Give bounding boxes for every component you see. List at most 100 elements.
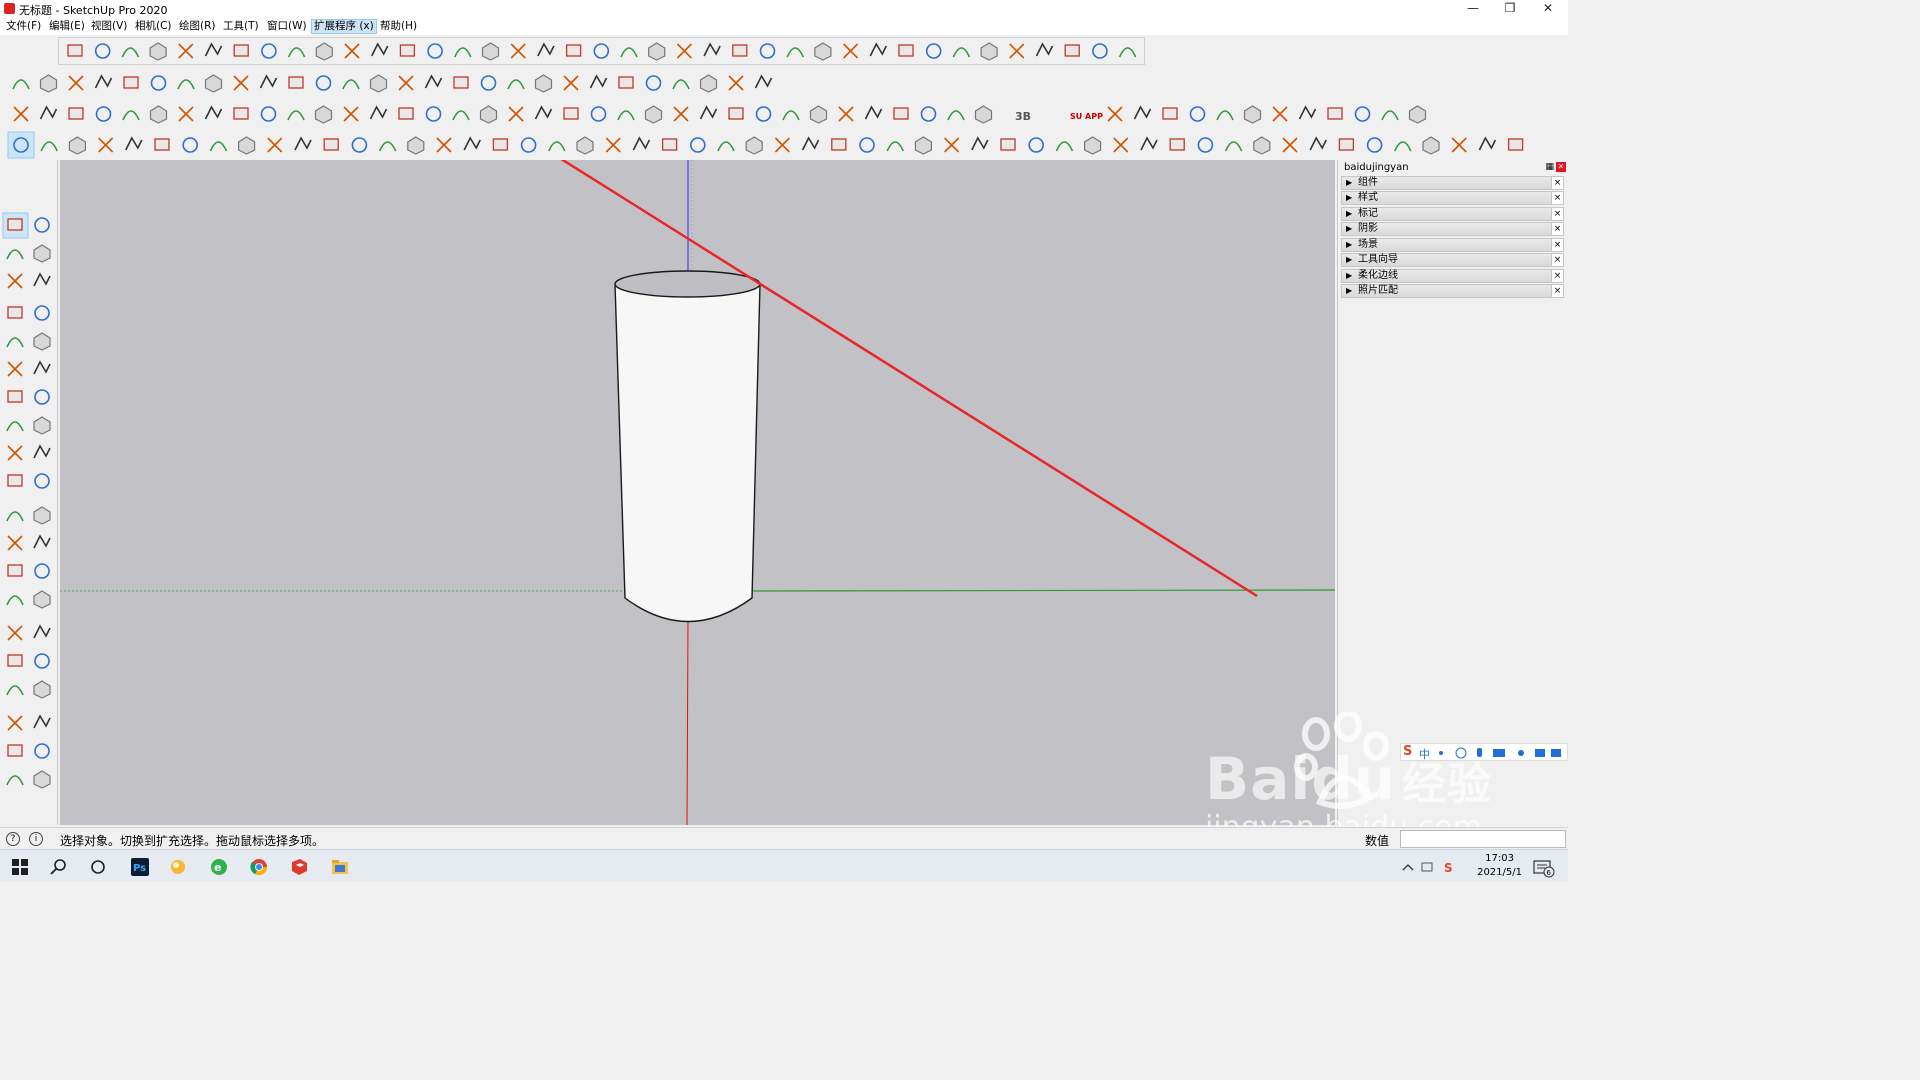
toolbar3-tool-icon[interactable] bbox=[425, 106, 442, 122]
toolbar3-tool-icon[interactable] bbox=[755, 106, 772, 122]
notification-icon[interactable]: 6 bbox=[1532, 858, 1556, 878]
large-tool-set-icons[interactable] bbox=[0, 160, 58, 825]
toolbar1-tool-icon[interactable] bbox=[1064, 44, 1080, 57]
eraser-icon[interactable] bbox=[40, 141, 58, 152]
orbit-icon[interactable] bbox=[6, 595, 24, 606]
views-icon[interactable] bbox=[1366, 137, 1383, 153]
toolbar3-tool-icon[interactable] bbox=[233, 107, 249, 120]
menu-file[interactable]: 文件(F) bbox=[4, 19, 43, 34]
line-icon[interactable] bbox=[831, 138, 847, 151]
menu-view[interactable]: 视图(V) bbox=[89, 19, 129, 34]
search-icon[interactable] bbox=[48, 856, 70, 878]
orbit-icon[interactable] bbox=[378, 141, 397, 152]
windows-start-icon[interactable] bbox=[9, 856, 31, 878]
drawing-area[interactable] bbox=[60, 160, 1335, 825]
toolbar2-tool-icon[interactable] bbox=[342, 79, 360, 90]
toolbar2-tool-icon[interactable] bbox=[94, 74, 113, 89]
toolbar2-tool-icon[interactable] bbox=[177, 79, 195, 90]
house-icon[interactable] bbox=[1422, 136, 1440, 155]
zoom-extents-icon[interactable] bbox=[7, 654, 23, 667]
toolbar3-tool-icon[interactable] bbox=[39, 105, 58, 120]
user-icon[interactable] bbox=[1338, 138, 1355, 151]
tray-close-button[interactable]: ✕ bbox=[1556, 162, 1566, 172]
styles-icon[interactable] bbox=[1394, 141, 1412, 152]
menu-extensions[interactable]: 扩展程序 (x) bbox=[311, 19, 377, 34]
toolbar1-tool-icon[interactable] bbox=[233, 44, 249, 57]
toolbar3-tool-icon[interactable] bbox=[149, 105, 168, 124]
toolbar1-tool-icon[interactable] bbox=[67, 44, 83, 57]
toolbar3-tool-icon[interactable] bbox=[122, 110, 140, 121]
toolbar3-tool-icon[interactable] bbox=[673, 106, 689, 122]
toolbar1-tool-icon[interactable] bbox=[732, 44, 748, 57]
toolbar3-tool-icon[interactable] bbox=[68, 107, 84, 120]
layout-icon[interactable] bbox=[1282, 137, 1298, 153]
rotated-rectangle-icon[interactable] bbox=[34, 305, 50, 321]
previous-view-icon[interactable] bbox=[34, 653, 50, 669]
clock[interactable]: 17:03 2021/5/1 bbox=[1477, 852, 1522, 880]
file-explorer-icon[interactable] bbox=[329, 856, 351, 878]
badge-3b[interactable]: 3B bbox=[1015, 110, 1031, 123]
toolbar3-tool-icon[interactable] bbox=[1381, 110, 1399, 121]
toolbar3-tool-icon[interactable] bbox=[508, 106, 524, 122]
tape-measure-icon[interactable] bbox=[1028, 137, 1044, 153]
extension-warehouse-icon[interactable] bbox=[34, 743, 50, 759]
walk-icon[interactable] bbox=[7, 715, 23, 731]
3d-text-icon[interactable] bbox=[34, 563, 50, 579]
toolbar3-tool-icon[interactable] bbox=[644, 105, 663, 124]
select-icon[interactable] bbox=[745, 136, 763, 155]
panel-close-icon[interactable]: × bbox=[1551, 192, 1563, 204]
toolbar3-tool-icon[interactable] bbox=[534, 105, 553, 120]
toolbar2-tool-icon[interactable] bbox=[398, 75, 414, 91]
tray-panel-styles[interactable]: ▶ 样式 × bbox=[1341, 191, 1564, 205]
toolbar3-tool-icon[interactable] bbox=[260, 106, 277, 122]
tray-panel-match-photo[interactable]: ▶ 照片匹配 × bbox=[1341, 284, 1564, 298]
credits-icon[interactable]: i bbox=[29, 832, 43, 846]
follow-me-icon[interactable] bbox=[182, 137, 198, 153]
toolbar2-tool-icon[interactable] bbox=[645, 75, 662, 91]
orbit-icon[interactable] bbox=[1113, 137, 1129, 153]
two-point-arc-icon[interactable] bbox=[7, 390, 23, 403]
tray-panel-components[interactable]: ▶ 组件 × bbox=[1341, 176, 1564, 190]
pin-icon[interactable]: ▦ bbox=[1545, 162, 1554, 172]
layout-icon[interactable] bbox=[548, 141, 566, 152]
push-pull-icon[interactable] bbox=[886, 141, 904, 152]
paint-bucket-icon[interactable] bbox=[351, 137, 368, 153]
tray-panel-scenes[interactable]: ▶ 场景 × bbox=[1341, 238, 1564, 252]
circle-icon[interactable] bbox=[859, 137, 875, 153]
paint-bucket-icon[interactable] bbox=[6, 249, 24, 260]
toolbar3-tool-icon[interactable] bbox=[343, 106, 359, 122]
panel-close-icon[interactable]: × bbox=[1551, 239, 1563, 251]
position-camera-icon[interactable] bbox=[6, 685, 24, 696]
toolbar2-tool-icon[interactable] bbox=[672, 79, 690, 90]
toolbar2-tool-icon[interactable] bbox=[480, 75, 497, 91]
toolbar3-tool-icon[interactable] bbox=[1408, 105, 1427, 124]
pie-icon[interactable] bbox=[33, 360, 51, 375]
toolbar3-tool-icon[interactable] bbox=[369, 105, 388, 120]
ruby-console-icon[interactable] bbox=[33, 770, 51, 789]
look-around-icon[interactable] bbox=[33, 680, 51, 699]
toolbar1-tool-icon[interactable] bbox=[565, 44, 582, 57]
toolbar3-tool-icon[interactable] bbox=[178, 106, 194, 122]
eraser-icon[interactable] bbox=[1507, 138, 1524, 151]
menu-edit[interactable]: 编辑(E) bbox=[47, 19, 87, 34]
circle-icon[interactable] bbox=[6, 337, 24, 348]
toolbar2-tool-icon[interactable] bbox=[68, 75, 84, 91]
house-icon[interactable] bbox=[689, 137, 706, 153]
tape-measure-icon[interactable] bbox=[6, 511, 24, 522]
toolbar3-tool-icon[interactable] bbox=[1133, 105, 1152, 120]
eraser-icon[interactable] bbox=[774, 137, 790, 153]
toolbar2-tool-icon[interactable] bbox=[754, 74, 773, 89]
main-tools-toolbar[interactable]: 3B SU APP bbox=[4, 99, 1434, 129]
tray-panel-shadows[interactable]: ▶ 阴影 × bbox=[1341, 222, 1564, 236]
toolbar3-tool-icon[interactable] bbox=[1107, 106, 1123, 122]
panel-close-icon[interactable]: × bbox=[1551, 254, 1563, 266]
menu-tools[interactable]: 工具(T) bbox=[221, 19, 261, 34]
pan-icon[interactable] bbox=[1140, 136, 1158, 151]
rotate-icon[interactable] bbox=[238, 136, 256, 155]
axes-icon[interactable] bbox=[7, 564, 23, 577]
toolbar3-tool-icon[interactable] bbox=[947, 110, 965, 121]
toolbar2-tool-icon[interactable] bbox=[424, 74, 443, 89]
scale-icon[interactable] bbox=[1000, 138, 1016, 151]
line-icon[interactable] bbox=[98, 137, 114, 153]
toolbar2-tool-icon[interactable] bbox=[315, 75, 332, 91]
